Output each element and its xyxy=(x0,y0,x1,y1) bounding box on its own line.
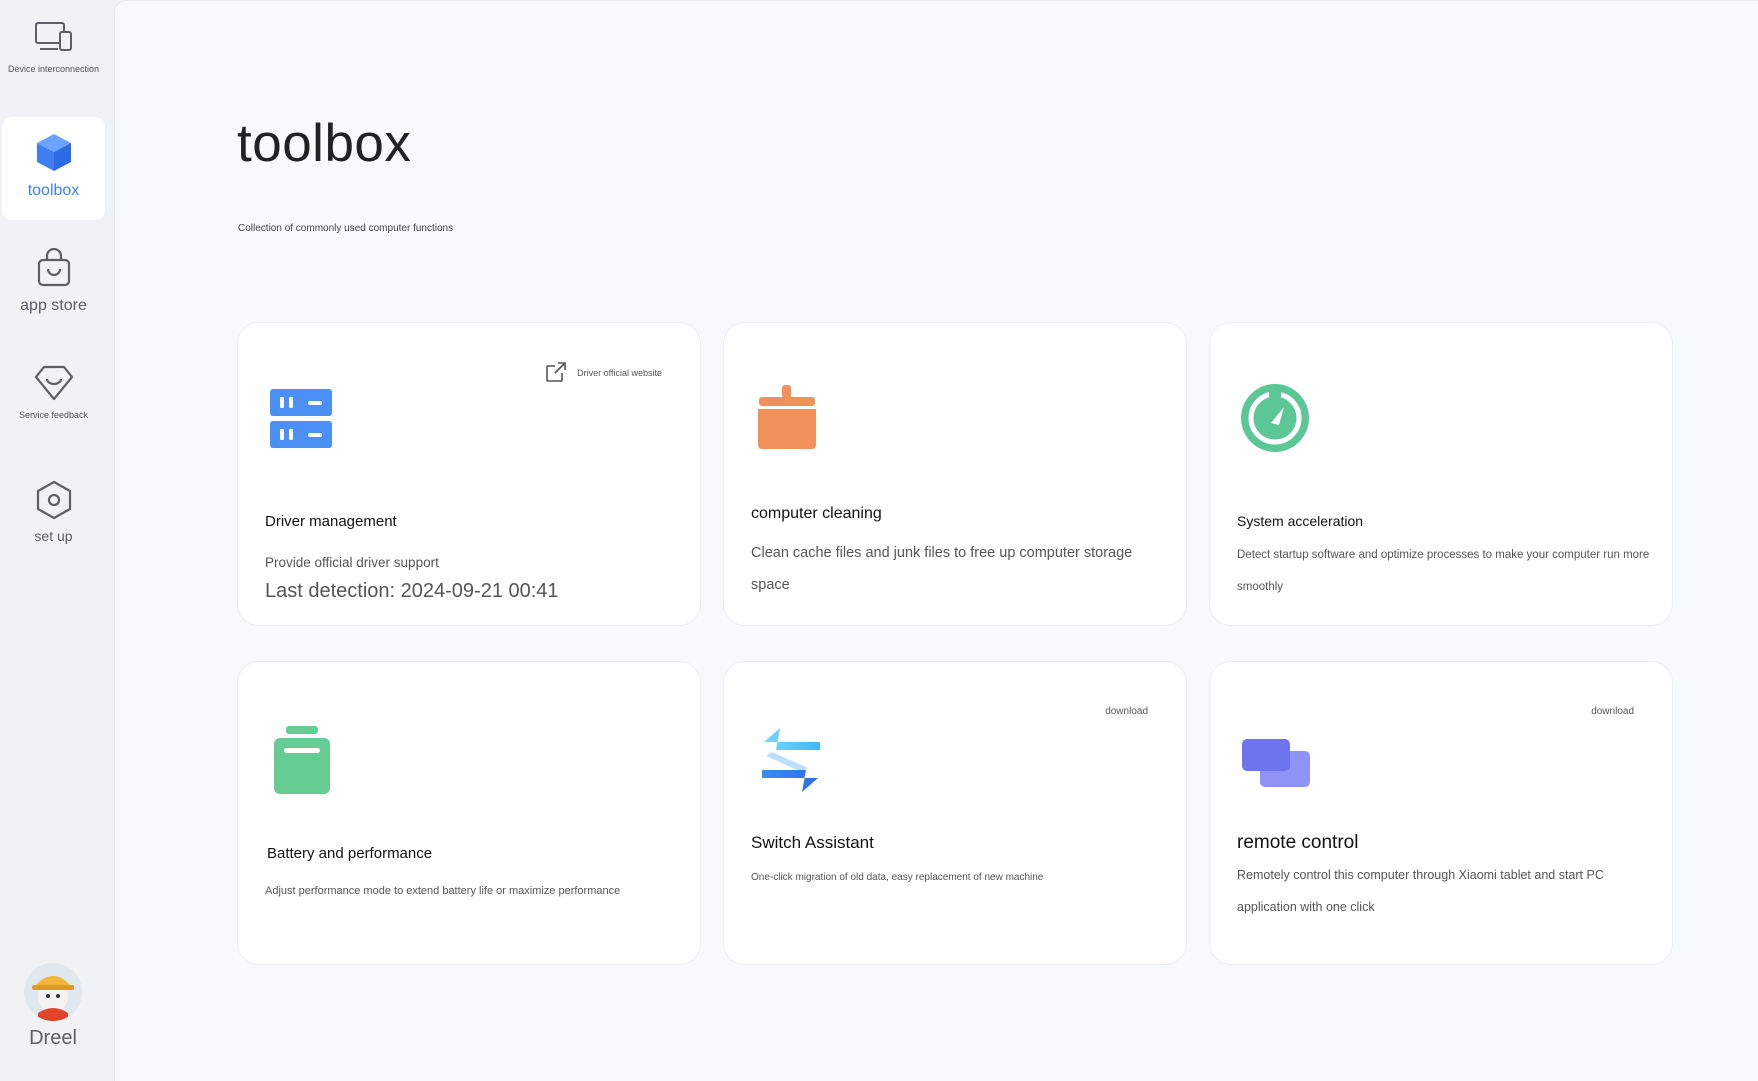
download-link[interactable]: download xyxy=(1591,706,1634,717)
sidebar-item-label: app store xyxy=(20,297,87,314)
sidebar-item-toolbox[interactable]: toolbox xyxy=(2,117,105,220)
sidebar-item-label: toolbox xyxy=(27,182,80,199)
card-battery-performance[interactable]: Battery and performance Adjust performan… xyxy=(237,661,701,965)
user-profile[interactable]: Dreel xyxy=(0,963,106,1050)
devices-icon xyxy=(34,20,74,56)
user-name: Dreel xyxy=(29,1027,77,1049)
last-detection: Last detection: 2024-09-21 00:41 xyxy=(265,580,559,602)
heart-feedback-icon xyxy=(32,364,76,402)
card-title: remote control xyxy=(1237,832,1359,853)
card-title: computer cleaning xyxy=(751,505,882,522)
server-icon xyxy=(268,383,334,454)
remote-screens-icon xyxy=(1240,737,1312,794)
card-description: One-click migration of old data, easy re… xyxy=(751,872,1044,883)
driver-website-link[interactable]: Driver official website xyxy=(545,361,662,385)
broom-icon xyxy=(754,383,820,458)
card-system-acceleration[interactable]: System acceleration Detect startup softw… xyxy=(1209,322,1673,626)
driver-website-label: Driver official website xyxy=(577,368,662,378)
card-title: Switch Assistant xyxy=(751,833,874,852)
speedometer-icon xyxy=(1240,383,1310,458)
page-title: toolbox xyxy=(237,114,412,173)
switch-arrows-icon xyxy=(758,726,824,799)
page-subtitle: Collection of commonly used computer fun… xyxy=(238,223,454,234)
sidebar-item-label: Service feedback xyxy=(18,410,89,420)
cube-icon xyxy=(33,131,75,173)
card-description: Provide official driver support xyxy=(265,555,439,570)
card-description: Detect startup software and optimize pro… xyxy=(1237,549,1650,593)
sidebar-item-app-store[interactable]: app store xyxy=(2,248,105,320)
card-title: Battery and performance xyxy=(267,845,433,862)
battery-icon xyxy=(272,724,332,801)
sidebar-item-label: Device interconnection xyxy=(7,64,100,74)
card-title: Driver management xyxy=(265,513,397,530)
card-description: Adjust performance mode to extend batter… xyxy=(265,885,621,897)
settings-hexagon-icon xyxy=(34,480,74,520)
main-panel: toolbox Collection of commonly used comp… xyxy=(114,0,1758,1081)
avatar[interactable] xyxy=(24,963,82,1021)
shopping-bag-icon xyxy=(35,248,73,288)
card-description: Clean cache files and junk files to free… xyxy=(751,545,1133,593)
card-driver-management[interactable]: Driver official website Driver managemen… xyxy=(237,322,701,626)
card-switch-assistant[interactable]: download Switch Assistant One-click migr… xyxy=(723,661,1187,965)
sidebar-item-label: set up xyxy=(34,528,73,544)
card-description: Remotely control this computer through X… xyxy=(1237,868,1604,914)
sidebar-item-device-interconnection[interactable]: Device interconnection xyxy=(2,20,105,90)
card-title: System acceleration xyxy=(1237,513,1364,529)
sidebar-item-set-up[interactable]: set up xyxy=(2,480,105,552)
sidebar: Device interconnection toolbox app store xyxy=(0,0,114,1081)
download-link[interactable]: download xyxy=(1105,706,1148,717)
card-computer-cleaning[interactable]: computer cleaning Clean cache files and … xyxy=(723,322,1187,626)
external-link-icon xyxy=(545,361,567,385)
sidebar-item-service-feedback[interactable]: Service feedback xyxy=(2,364,105,434)
card-remote-control[interactable]: download remote control Remotely control… xyxy=(1209,661,1673,965)
